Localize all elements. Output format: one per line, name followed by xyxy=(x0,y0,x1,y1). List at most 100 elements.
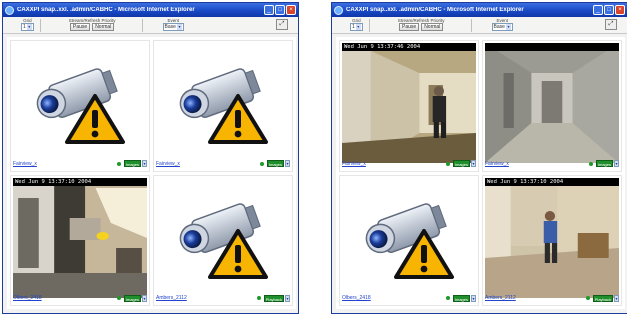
status-dot-icon xyxy=(585,296,590,300)
close-button[interactable]: × xyxy=(286,5,296,15)
camera-name-link[interactable]: Olbers_2418 xyxy=(13,295,117,301)
pause-button[interactable]: Pause xyxy=(399,23,420,31)
event-select[interactable]: Base ▾ xyxy=(491,23,513,31)
chevron-down-icon[interactable]: ▾ xyxy=(142,160,147,167)
stream-mode-select[interactable]: Images xyxy=(266,160,284,167)
maximize-button[interactable]: □ xyxy=(275,5,285,15)
camera-cell: Wed Jun 9 13:37:46 2004 Fairview_x Image… xyxy=(339,40,479,172)
stream-mode-select[interactable]: Playback xyxy=(263,294,284,302)
camera-offline-view[interactable] xyxy=(342,178,476,298)
stream-mode-select[interactable]: Images xyxy=(452,294,470,302)
stream-mode-select[interactable]: Images xyxy=(452,160,470,167)
camera-name-link[interactable]: Ambers_2112 xyxy=(156,295,257,301)
camera-video-view[interactable]: Wed Jun 9 13:37:10 2004 xyxy=(13,177,147,298)
camera-footer: Fairview_x Images ▾ xyxy=(342,159,476,169)
toolbar-divider xyxy=(141,19,143,32)
camera-grid: Wed Jun 9 13:37:46 2004 Fairview_x Image… xyxy=(336,37,625,309)
normal-button[interactable]: Normal xyxy=(92,23,115,31)
toolbar-divider xyxy=(39,19,41,32)
camera-footer: Olbers_2418 Images ▾ xyxy=(13,293,147,303)
chevron-down-icon[interactable]: ▾ xyxy=(614,160,619,167)
camera-cell: Wed Jun 9 13:37:10 2004 Olbers_2418 Imag… xyxy=(10,174,150,306)
title-bar[interactable]: CAXXPI snap..xxl. .admin/CABHC - Microso… xyxy=(3,3,298,17)
title-bar[interactable]: CAXXPI snap..xxl. .admin/CABHC - Microso… xyxy=(332,3,627,17)
normal-button[interactable]: Normal xyxy=(421,23,444,31)
camera-cell: Fairview_x Images ▾ xyxy=(10,40,150,172)
stream-mode-select[interactable]: Playback xyxy=(592,294,613,302)
chevron-down-icon[interactable]: ▾ xyxy=(285,160,290,167)
chevron-down-icon[interactable]: ▾ xyxy=(142,294,147,302)
camera-footer: Fairview_x Images ▾ xyxy=(156,159,290,169)
event-select[interactable]: Base ▾ xyxy=(162,23,184,31)
stream-mode-select[interactable]: Images xyxy=(123,294,141,302)
camera-cell: Fairview_x Images ▾ xyxy=(482,40,622,172)
status-dot-icon xyxy=(588,161,593,166)
camera-offline-view[interactable] xyxy=(13,43,147,163)
camera-name-link[interactable]: Fairview_x xyxy=(485,161,589,167)
browser-window-right: CAXXPI snap..xxl. .admin/CABHC - Microso… xyxy=(331,2,627,314)
camera-warning-icon xyxy=(36,68,125,144)
camera-name-link[interactable]: Fairview_x xyxy=(156,161,260,167)
camera-footer: Fairview_x Images ▾ xyxy=(485,159,619,169)
status-dot-icon xyxy=(445,296,450,300)
ie-icon xyxy=(5,5,14,15)
camera-feed-image xyxy=(13,177,147,298)
grid-select[interactable]: 1 ▾ xyxy=(350,23,363,31)
camera-toolbar: Grid 1 ▾ Stream/Refresh Priority Pause No… xyxy=(3,17,298,34)
camera-footer: Ambers_2112 Playback ▾ xyxy=(485,293,619,303)
camera-footer: Olbers_2418 Images ▾ xyxy=(342,293,476,303)
camera-video-view[interactable]: Wed Jun 9 13:37:46 2004 xyxy=(342,43,476,163)
camera-warning-icon xyxy=(179,202,268,279)
maximize-button[interactable]: □ xyxy=(604,5,614,15)
camera-cell: Ambers_2112 Playback ▾ xyxy=(153,174,293,306)
camera-cell: Olbers_2418 Images ▾ xyxy=(339,174,479,306)
camera-warning-icon xyxy=(365,202,454,279)
chevron-down-icon[interactable]: ▾ xyxy=(471,160,476,167)
pause-button[interactable]: Pause xyxy=(70,23,91,31)
stream-mode-select[interactable]: Images xyxy=(123,160,141,167)
stream-mode-select[interactable]: Images xyxy=(595,160,613,167)
camera-name-link[interactable]: Fairview_x xyxy=(342,161,446,167)
chevron-down-icon[interactable]: ▾ xyxy=(614,294,619,302)
camera-grid: Fairview_x Images ▾ Fairview_x Images ▾ xyxy=(7,37,296,309)
camera-footer: Fairview_x Images ▾ xyxy=(13,159,147,169)
camera-video-view[interactable]: Wed Jun 9 13:37:10 2004 xyxy=(485,177,619,298)
minimize-button[interactable]: _ xyxy=(264,5,274,15)
camera-cell: Wed Jun 9 13:37:10 2004 Ambers_2112 Play… xyxy=(482,174,622,306)
camera-offline-view[interactable] xyxy=(156,178,290,298)
camera-footer: Ambers_2112 Playback ▾ xyxy=(156,293,290,303)
close-button[interactable]: × xyxy=(615,5,625,15)
status-dot-icon xyxy=(445,161,450,166)
camera-video-view[interactable] xyxy=(485,43,619,163)
camera-timestamp: Wed Jun 9 13:37:46 2004 xyxy=(342,43,476,51)
camera-name-link[interactable]: Fairview_x xyxy=(13,161,117,167)
camera-toolbar: Grid 1 ▾ Stream/Refresh Priority Pause No… xyxy=(332,17,627,34)
camera-name-link[interactable]: Olbers_2418 xyxy=(342,295,446,301)
camera-timestamp xyxy=(485,43,619,51)
grid-select[interactable]: 1 ▾ xyxy=(21,23,34,31)
status-dot-icon xyxy=(256,296,261,300)
camera-feed-image xyxy=(485,177,619,298)
fullscreen-icon[interactable]: ⤢ xyxy=(276,19,288,30)
chevron-down-icon[interactable]: ▾ xyxy=(471,294,476,302)
camera-timestamp: Wed Jun 9 13:37:10 2004 xyxy=(13,177,147,186)
ie-icon xyxy=(334,5,343,15)
camera-warning-icon xyxy=(179,68,268,144)
browser-window-left: CAXXPI snap..xxl. .admin/CABHC - Microso… xyxy=(2,2,299,314)
fullscreen-icon[interactable]: ⤢ xyxy=(605,19,617,30)
status-dot-icon xyxy=(259,161,264,166)
window-title: CAXXPI snap..xxl. .admin/CABHC - Microso… xyxy=(346,7,524,13)
camera-offline-view[interactable] xyxy=(156,43,290,163)
status-dot-icon xyxy=(116,161,121,166)
chevron-down-icon[interactable]: ▾ xyxy=(285,294,290,302)
camera-timestamp: Wed Jun 9 13:37:10 2004 xyxy=(485,177,619,186)
camera-feed-image xyxy=(485,43,619,163)
toolbar-divider xyxy=(470,19,472,32)
camera-name-link[interactable]: Ambers_2112 xyxy=(485,295,586,301)
camera-cell: Fairview_x Images ▾ xyxy=(153,40,293,172)
camera-feed-image xyxy=(342,43,476,163)
status-dot-icon xyxy=(116,296,121,300)
minimize-button[interactable]: _ xyxy=(593,5,603,15)
toolbar-divider xyxy=(368,19,370,32)
window-title: CAXXPI snap..xxl. .admin/CABHC - Microso… xyxy=(17,7,195,13)
